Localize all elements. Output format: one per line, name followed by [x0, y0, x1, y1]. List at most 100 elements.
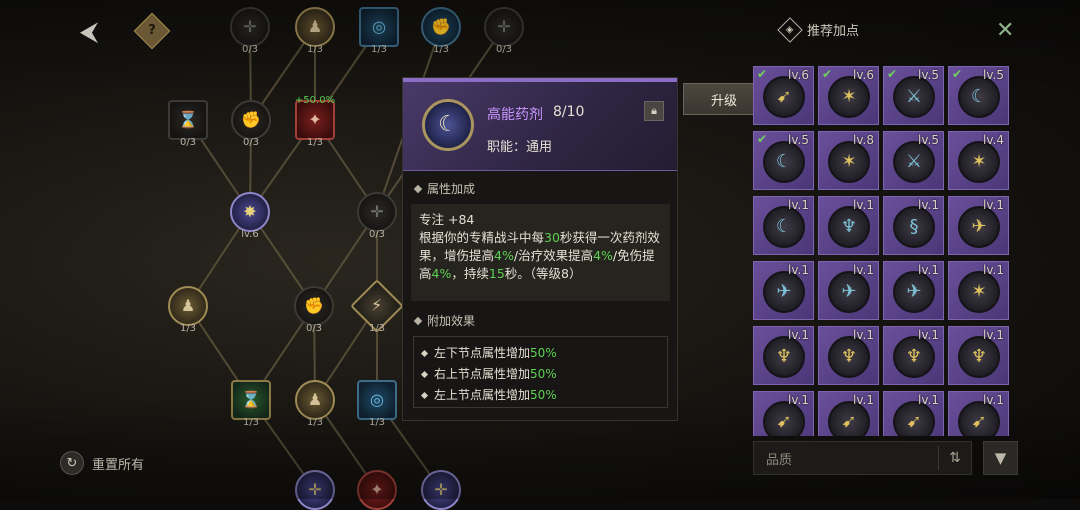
check-icon: ✔	[757, 67, 768, 81]
elixir-slot[interactable]: ✶ lv.8	[818, 131, 879, 190]
elixir-slot[interactable]: ♆ lv.1	[883, 326, 944, 385]
node-hourglass-node[interactable]: ⌛	[168, 100, 208, 140]
slot-level: lv.1	[788, 328, 809, 342]
elixir-slot[interactable]: ♆ lv.1	[818, 196, 879, 255]
elixir-slot[interactable]: ✈ lv.1	[883, 261, 944, 320]
elixir-slot[interactable]: ✈ lv.1	[753, 261, 814, 320]
node-rune-node[interactable]: ✦	[357, 470, 397, 510]
skill-role: 职能：通用	[487, 140, 553, 155]
trident-icon: ♆	[905, 346, 923, 367]
elixir-slot[interactable]: ♆ lv.1	[818, 326, 879, 385]
close-button[interactable]: ✕	[996, 18, 1014, 43]
attr-stat: 专注 +84	[419, 212, 475, 227]
elixir-slot[interactable]: ➹ lv.1	[883, 391, 944, 436]
node-figure-node[interactable]: ♟	[295, 7, 335, 47]
node-arm-node[interactable]: ✊	[231, 100, 271, 140]
node-crosshair-node[interactable]: ✛	[295, 470, 335, 510]
elixir-slot[interactable]: ⚔ lv.5 ✔	[883, 66, 944, 125]
filter-button[interactable]: ▼	[983, 441, 1018, 475]
arrow-icon: ➹	[971, 411, 987, 432]
node-figure-icon: ♟	[180, 296, 196, 315]
node-hourglass-node[interactable]: ⌛	[231, 380, 271, 420]
recommended-points-header[interactable]: ◈ 推荐加点	[777, 16, 859, 43]
node-target-node[interactable]: ◎	[359, 7, 399, 47]
lock-button[interactable]: 🔒︎	[644, 101, 664, 121]
elixir-orb: ⚔	[893, 76, 935, 118]
node-rune-icon: ✦	[308, 110, 322, 129]
node-arm-node[interactable]: ✊	[421, 7, 461, 47]
slot-level: lv.8	[853, 133, 874, 147]
node-progress-label: 0/3	[495, 44, 513, 55]
arrow-icon: ➹	[776, 411, 792, 432]
elixir-slot[interactable]: ☾ lv.5 ✔	[948, 66, 1009, 125]
close-icon: ✕	[996, 18, 1015, 43]
node-bolt-icon: ⚡	[371, 295, 383, 315]
node-spark-node[interactable]: ✸	[230, 192, 270, 232]
node-progress-label: 1/3	[179, 323, 197, 334]
spike-icon: ✶	[971, 151, 987, 172]
node-crosshair-icon: ✛	[308, 480, 322, 499]
elixir-orb: ☾	[763, 206, 805, 248]
sort-icon[interactable]: ⇅	[938, 446, 971, 470]
node-crosshair-node[interactable]: ✛	[357, 192, 397, 232]
desc-text: 根据你的专精战斗中每	[419, 230, 545, 245]
claw-icon: ⚔	[905, 151, 923, 172]
back-button[interactable]: ⮜	[66, 16, 112, 48]
elixir-orb: ✶	[958, 271, 1000, 313]
lock-icon: 🔒︎	[651, 104, 657, 117]
elixir-slot[interactable]: ✈ lv.1	[948, 196, 1009, 255]
skill-level: 8/10	[553, 104, 585, 120]
node-crosshair-node[interactable]: ✛	[421, 470, 461, 510]
elixir-slot[interactable]: ✶ lv.6 ✔	[818, 66, 879, 125]
slot-level: lv.1	[788, 198, 809, 212]
elixir-slot[interactable]: ☾ lv.5 ✔	[753, 131, 814, 190]
reset-all-button[interactable]: ↻ 重置所有	[60, 451, 144, 475]
node-crosshair-node[interactable]: ✛	[484, 7, 524, 47]
node-progress-label: 0/3	[179, 137, 197, 148]
tooltip-header: ☾ 高能药剂 8/10 职能：通用 🔒︎	[403, 78, 677, 171]
slot-level: lv.1	[918, 263, 939, 277]
node-progress-label: 1/3	[370, 44, 388, 55]
node-arm-icon: ✊	[241, 110, 261, 129]
check-icon: ✔	[822, 67, 833, 81]
skill-tooltip: ☾ 高能药剂 8/10 职能：通用 🔒︎ 属性加成 专注 +84 根据你的专精战…	[402, 77, 678, 421]
slot-level: lv.5	[918, 133, 939, 147]
node-progress-label: 1/3	[432, 44, 450, 55]
node-target-icon: ◎	[370, 390, 384, 409]
elixir-slot[interactable]: ♆ lv.1	[753, 326, 814, 385]
elixir-slot[interactable]: ⚔ lv.5	[883, 131, 944, 190]
node-progress-label: 1/3	[368, 323, 386, 334]
elixir-slot[interactable]: ➹ lv.1	[948, 391, 1009, 436]
node-figure-node[interactable]: ♟	[168, 286, 208, 326]
elixir-slot[interactable]: ☾ lv.1	[753, 196, 814, 255]
node-rune-node[interactable]: ✦	[295, 100, 335, 140]
arrow-icon: ➹	[841, 411, 857, 432]
node-crosshair-icon: ✛	[243, 17, 257, 36]
node-target-node[interactable]: ◎	[357, 380, 397, 420]
check-icon: ✔	[757, 132, 768, 146]
spike-icon: ✶	[841, 86, 857, 107]
elixir-slot[interactable]: § lv.1	[883, 196, 944, 255]
elixir-orb: ✈	[958, 206, 1000, 248]
node-arm-node[interactable]: ✊	[294, 286, 334, 326]
elixir-slot[interactable]: ➹ lv.6 ✔	[753, 66, 814, 125]
bird-icon: ✈	[841, 281, 857, 302]
elixir-orb: ➹	[763, 76, 805, 118]
node-progress-label: 0/3	[368, 229, 386, 240]
node-figure-node[interactable]: ♟	[295, 380, 335, 420]
node-crosshair-node[interactable]: ✛	[230, 7, 270, 47]
node-arm-icon: ✊	[431, 17, 451, 36]
arrow-icon: ➹	[776, 86, 792, 107]
arrow-icon: ➹	[906, 411, 922, 432]
diamond-icon: ◈	[777, 16, 803, 43]
quality-dropdown[interactable]: 品质 ⇅	[753, 441, 972, 475]
bonus-section-title: 附加效果	[415, 312, 475, 329]
elixir-slot[interactable]: ✶ lv.4	[948, 131, 1009, 190]
serpent-icon: §	[909, 216, 919, 237]
elixir-slot[interactable]: ✶ lv.1	[948, 261, 1009, 320]
elixir-slot[interactable]: ♆ lv.1	[948, 326, 1009, 385]
elixir-slot[interactable]: ➹ lv.1	[818, 391, 879, 436]
elixir-slot[interactable]: ✈ lv.1	[818, 261, 879, 320]
elixir-slot[interactable]: ➹ lv.1	[753, 391, 814, 436]
elixir-orb: ☾	[958, 76, 1000, 118]
